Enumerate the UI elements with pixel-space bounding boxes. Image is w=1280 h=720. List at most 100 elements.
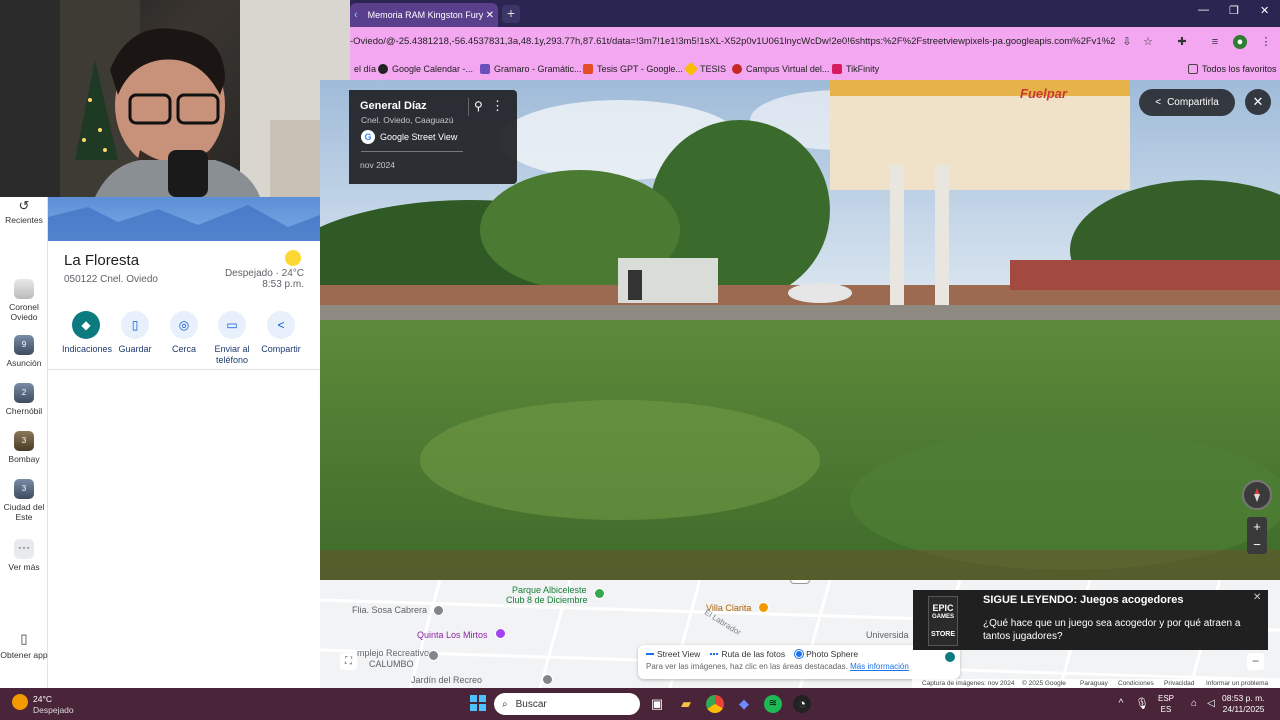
browser-tab[interactable]: ‹ Memoria RAM Kingston Fury R ✕ [350,3,498,27]
more-button[interactable]: ··· Ver más [0,539,48,572]
show-hidden-icons[interactable]: ^ [1112,695,1130,713]
address-bar: -Oviedo/@-25.4381218,-56.4537831,3a,48.1… [350,27,1280,57]
send-to-phone-button[interactable]: ▭ Enviar al teléfono [208,311,256,366]
chrome-icon[interactable] [706,695,724,713]
windows-start-icon[interactable] [469,695,487,713]
tab-close-icon[interactable]: ✕ [486,10,494,21]
park-pin-icon[interactable] [594,588,605,599]
rail-label: Asunción [6,358,42,368]
get-app-button[interactable]: ▯ Obtener app [0,631,48,660]
place-thumbnail: 2 [14,383,34,403]
bookmark-label: Campus Virtual del... [746,63,830,74]
location-pin-icon[interactable]: ⚲ [474,99,483,113]
rail-item-chernobil[interactable]: 2 Chernóbil [0,383,48,416]
share-icon: < [267,311,295,339]
directions-button[interactable]: ◆ Indicaciones [62,311,112,355]
recent-button[interactable]: ↺ Recientes [0,199,48,225]
taskbar-weather[interactable]: Despejado [33,705,74,715]
zoom-in-button[interactable]: + [1247,517,1267,537]
map-zoom-out-button[interactable]: − [1247,653,1264,670]
url-input[interactable]: -Oviedo/@-25.4381218,-56.4537831,3a,48.1… [350,33,1115,51]
bookmark-item[interactable]: TESIS [683,61,726,76]
attrib-link[interactable]: Condiciones [1118,680,1154,687]
epic-games-notification[interactable]: EPIC GAMES STORE SIGUE LEYENDO: Juegos a… [913,590,1268,650]
map-drag-handle[interactable] [790,580,810,584]
taskbar-temp[interactable]: 24°C [33,694,52,704]
rail-item-coronel-oviedo[interactable]: Coronel Oviedo [0,279,48,322]
expand-map-icon[interactable]: ⛶ [340,653,357,670]
close-street-view-button[interactable]: ✕ [1245,89,1271,115]
place-thumbnail: 3 [14,479,34,499]
more-options-icon[interactable]: ⋮ [491,98,504,114]
save-button[interactable]: ▯ Guardar [111,311,159,355]
profile-avatar[interactable]: ● [1233,35,1247,49]
attrib-link[interactable]: Paraguay [1080,680,1108,687]
notification-close-icon[interactable]: ✕ [1253,592,1261,603]
share-street-view-button[interactable]: < Compartirla [1139,89,1235,116]
network-icon[interactable]: ⌂ [1185,695,1203,713]
map-label[interactable]: Jardín del Recreo [411,675,482,685]
rail-item-ciudad-del-este[interactable]: 3 Ciudad del Este [0,479,48,522]
legend-toggle-icon[interactable] [945,652,955,662]
nearby-button[interactable]: ◎ Cerca [160,311,208,355]
minimize-icon[interactable]: — [1198,4,1209,16]
share-button[interactable]: < Compartir [257,311,305,355]
station-sign: Fuelpar [1020,86,1067,101]
food-pin-icon[interactable] [758,602,769,613]
all-bookmarks-button[interactable]: Todos los favoritos [1188,61,1277,76]
bookmark-item[interactable]: Gramaro - Gramátic... [480,61,582,76]
place-pin-icon[interactable] [542,674,553,685]
campus-icon [732,63,742,74]
action-label: Enviar al teléfono [214,344,250,365]
compass-icon[interactable] [1242,480,1272,510]
map-label[interactable]: Universida [866,630,909,640]
tab-title: Memoria RAM Kingston Fury R [367,10,486,20]
volume-icon[interactable]: ◁ [1202,695,1220,713]
bookmark-item[interactable]: TikFinity [832,61,879,76]
install-app-icon[interactable]: ⇩ [1120,35,1134,49]
task-view-icon[interactable]: ▣ [648,695,666,713]
clock[interactable]: 08:53 p. m. 24/11/2025 [1222,693,1265,715]
bookmark-item[interactable]: Google Calendar -... [378,61,473,76]
rail-label: Coronel Oviedo [9,302,39,322]
rail-label: Recientes [5,215,43,225]
place-pin-icon[interactable] [433,605,444,616]
file-explorer-icon[interactable]: ▰ [677,695,695,713]
bookmark-star-icon[interactable]: ☆ [1141,35,1155,49]
bookmark-item[interactable]: Campus Virtual del... [732,61,829,76]
bookmark-item[interactable]: Tesis GPT - Google... [583,61,683,76]
map-label[interactable]: Flia. Sosa Cabrera [352,605,427,615]
new-tab-button[interactable]: + [502,5,520,23]
bookmark-item[interactable]: el día [354,61,376,76]
sv-date[interactable]: nov 2024 [360,160,395,170]
map-label[interactable]: Parque Albiceleste [512,585,587,595]
map-label[interactable]: Club 8 de Diciembre [506,595,588,605]
maximize-icon[interactable]: ❐ [1229,4,1239,17]
extensions-icon[interactable]: ✚ [1175,35,1189,49]
weather-icon[interactable] [12,694,28,710]
timeline-line[interactable] [361,151,463,152]
zoom-out-button[interactable]: − [1247,537,1267,554]
spotify-icon[interactable]: ≋ [764,695,782,713]
more-info-link[interactable]: Más información [850,662,909,671]
media-icon[interactable]: ≡ [1208,35,1222,49]
app-icon[interactable]: ◔ [793,695,811,713]
map-label[interactable]: Quinta Los Mirtos [417,630,488,640]
attrib-link[interactable]: Informar un problema [1206,680,1268,687]
attrib-text: © 2025 Google [1022,680,1066,687]
rail-item-asuncion[interactable]: 9 Asunción [0,335,48,368]
microphone-icon[interactable]: 🎙 [1133,695,1151,713]
window-close-icon[interactable]: ✕ [1260,4,1269,17]
rail-item-bombay[interactable]: 3 Bombay [0,431,48,464]
place-pin-icon[interactable] [428,650,439,661]
attrib-link[interactable]: Privacidad [1164,680,1194,687]
taskbar-search-input[interactable]: ⌕ Buscar [494,693,640,715]
map-label[interactable]: mplejo Recreativo [357,648,429,658]
menu-kebab-icon[interactable]: ⋮ [1259,35,1273,49]
folder-icon [1188,63,1198,74]
map-label[interactable]: CALUMBO [369,659,414,669]
lodging-pin-icon[interactable] [495,628,506,639]
phone-icon: ▯ [20,631,28,646]
app-icon[interactable]: ◆ [735,695,753,713]
language-indicator[interactable]: ESP ES [1158,693,1174,715]
